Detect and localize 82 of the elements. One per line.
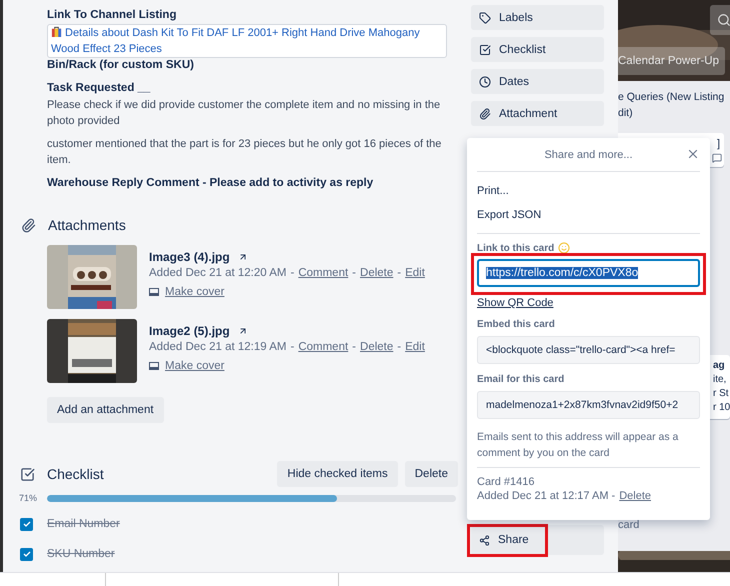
sidebar-button[interactable]: Attachment [471,101,604,126]
add-attachment-button[interactable]: Add an attachment [47,397,164,423]
attachment-action-link[interactable]: Delete [360,341,394,353]
attachment-date: Added Dec 21 at 12:20 AM [149,267,286,279]
link-field[interactable]: https://trello.com/c/cX0PVX8o [477,259,700,287]
checkbox[interactable] [20,518,33,530]
sidebar-button[interactable]: Checklist [471,37,604,62]
power-up-button[interactable]: Calendar Power-Up [618,47,725,75]
card-added-date: Added Dec 21 at 12:17 AM - [477,490,616,502]
dash-separator: - [397,267,402,279]
clock-icon [479,76,491,88]
list-title: dit) [618,106,634,121]
section-title: Attachments [48,217,126,233]
listing-link[interactable]: Details about Dash Kit To Fit DAF LF 2001+ Right Hand Drive Mahogany Wood Effect 23 Pieces [47,24,447,58]
attachment-action-link[interactable]: Delete [360,267,394,279]
menu-item[interactable]: Export JSON [477,209,700,221]
field-label: Link to this card [477,242,554,254]
attachment-action-link[interactable]: Comment [298,341,348,353]
card-cover-icon [149,362,159,370]
menu-item[interactable]: Print... [477,185,700,197]
dash-separator: - [352,267,356,279]
checkbox-icon [479,44,491,56]
hide-checked-button[interactable]: Hide checked items [277,461,398,487]
close-button[interactable] [686,147,700,161]
attachment-name: Image3 (4).jpg [149,250,230,264]
check-icon [22,521,30,527]
description-text: Please check if we did provide customer the complete item and no missing in the photo provided [47,98,442,129]
description-heading: Warehouse Reply Comment - Please add to activity as reply [47,176,374,191]
embed-field[interactable]: <blockquote class="trello-card"><a href= [477,336,700,364]
dash-separator: - [397,341,402,353]
share-button[interactable]: Share [471,525,604,555]
bag-icon [51,26,62,37]
card-text: ag [713,359,726,373]
make-cover-link[interactable]: Make cover [165,286,224,298]
checklist-item: Email Number [47,518,120,530]
description-heading: Task Requested __ [47,81,152,96]
delete-link[interactable]: Delete [619,490,651,502]
field-label: Email for this card [477,374,566,385]
attachment-action-link[interactable]: Comment [298,267,348,279]
check-icon [22,551,30,557]
email-field[interactable]: madelmenoza1+2x87km3fvnav2id9f50+2 [477,391,700,419]
add-card-text[interactable]: card [618,519,730,531]
search-button[interactable] [710,5,730,35]
card-text: r 10 [713,401,730,415]
tag-icon [479,12,491,24]
list-title: e Queries (New Listing [618,90,726,105]
emoji-icon [558,242,570,254]
delete-button[interactable]: Delete [404,461,458,487]
make-cover-link[interactable]: Make cover [165,360,224,372]
section-title: Checklist [47,466,104,482]
dash-separator: - [290,267,294,279]
dash-separator: - [352,341,356,353]
description-heading: Bin/Rack (for custom SKU) [47,58,195,73]
checklist-icon [20,466,35,482]
field-label: Embed this card [477,319,556,330]
card-text: ] [716,137,720,151]
checkbox[interactable] [20,548,33,560]
email-note: Emails sent to this address will appear as a comment by you on the card [477,430,680,461]
popup-title: Share and more... [544,148,633,160]
comment-icon [712,153,722,163]
attachment-name: Image2 (5).jpg [149,324,230,338]
attachment-action-link[interactable]: Edit [405,341,425,353]
paperclip-icon [479,108,491,120]
attachment-action-link[interactable]: Edit [405,267,425,279]
attachment-date: Added Dec 21 at 12:19 AM [149,341,286,353]
qr-code-link[interactable]: Show QR Code [477,297,700,309]
external-link-icon[interactable] [238,326,248,336]
card-text: r St [713,387,730,401]
card-number: Card #1416 [477,475,536,490]
description-heading: Link To Channel Listing [47,8,178,23]
share-icon [479,534,490,546]
card-text: ite, [713,373,728,387]
dash-separator: - [290,341,294,353]
progress-percent: 71% [19,493,38,503]
sidebar-button[interactable]: Dates [471,69,604,94]
card-cover-icon [149,288,159,296]
description-text: customer mentioned that the part is for 23 pieces but he only got 16 pieces of the item. [47,137,442,168]
paperclip-icon [21,218,36,232]
checklist-item: SKU Number [47,548,115,560]
search-icon [717,13,730,27]
sidebar-button[interactable]: Labels [471,5,604,30]
external-link-icon[interactable] [238,252,248,262]
